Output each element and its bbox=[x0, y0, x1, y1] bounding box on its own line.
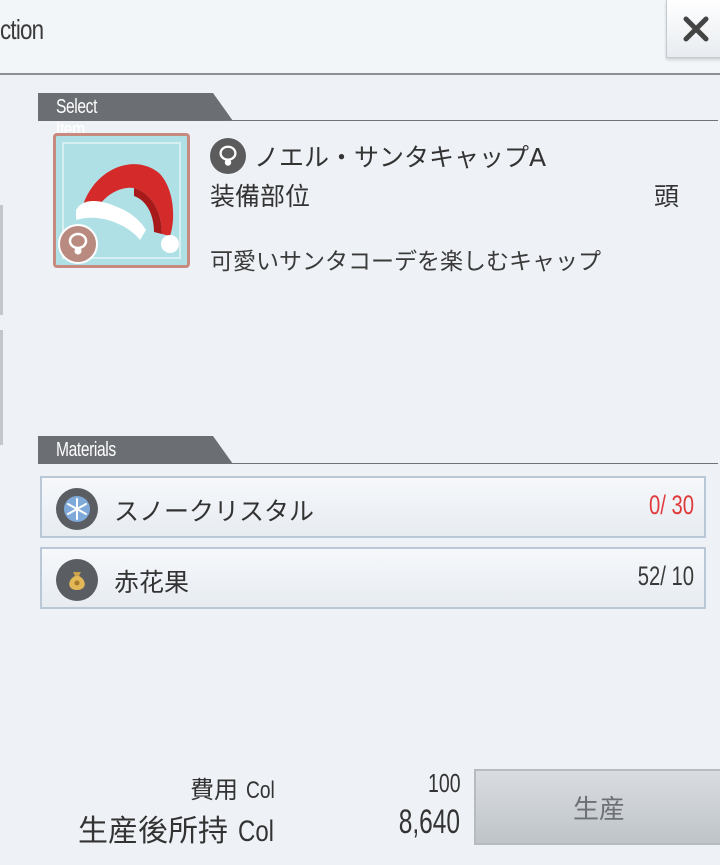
item-thumbnail[interactable] bbox=[53, 133, 190, 268]
side-scroll-strip bbox=[0, 330, 3, 445]
cost-value: 100 bbox=[428, 768, 461, 798]
item-name-row: ノエル・サンタキャップA bbox=[210, 138, 546, 174]
dialog-header: ction bbox=[0, 0, 720, 75]
materials-label: Materials bbox=[56, 439, 116, 461]
after-production-value: 8,640 bbox=[398, 803, 460, 841]
after-unit: Col bbox=[237, 815, 274, 848]
snowflake-icon bbox=[56, 488, 98, 530]
cost-unit: Col bbox=[245, 777, 275, 804]
item-type-badge bbox=[58, 224, 98, 264]
side-scroll-strip bbox=[0, 205, 3, 315]
material-count: 52/ 10 bbox=[637, 561, 694, 591]
after-production-label: 生産後所持 Col bbox=[78, 806, 283, 850]
necklace-icon bbox=[68, 232, 88, 255]
produce-button[interactable]: 生産 bbox=[474, 769, 720, 845]
material-name: 赤花果 bbox=[114, 568, 190, 597]
dialog-title: ction bbox=[0, 14, 44, 45]
necklace-icon bbox=[210, 138, 246, 174]
item-description: 可愛いサンタコーデを楽しむキャップ bbox=[210, 249, 601, 275]
close-icon bbox=[683, 16, 709, 41]
material-row[interactable]: スノークリスタル 0/ 30 bbox=[40, 476, 706, 538]
item-name: ノエル・サンタキャップA bbox=[254, 143, 547, 172]
equip-slot-label: 装備部位 bbox=[210, 182, 311, 211]
equip-slot-value: 頭 bbox=[654, 182, 680, 211]
section-divider bbox=[228, 120, 718, 121]
close-button[interactable] bbox=[666, 0, 720, 58]
material-name: スノークリスタル bbox=[114, 497, 315, 526]
cost-label: 費用 Col bbox=[190, 770, 282, 805]
after-label-text: 生産後所持 bbox=[78, 814, 228, 849]
material-row[interactable]: 赤花果 52/ 10 bbox=[40, 547, 706, 609]
money-bag-icon bbox=[56, 559, 98, 601]
section-divider bbox=[228, 463, 718, 464]
material-count: 0/ 30 bbox=[648, 490, 694, 520]
cost-label-text: 費用 bbox=[190, 776, 238, 804]
